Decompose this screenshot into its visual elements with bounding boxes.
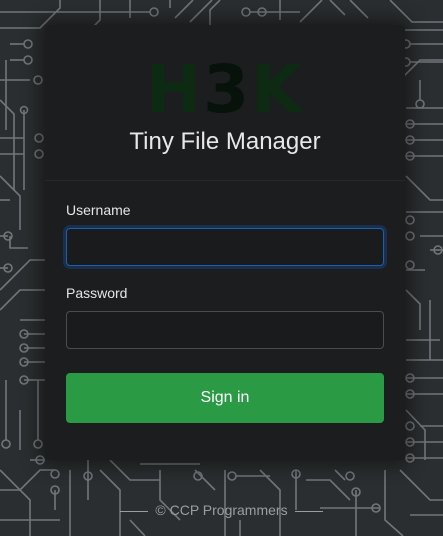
username-label: Username [66,202,131,218]
logo-letter-h: H [145,51,204,128]
footer-left-rule [119,510,148,512]
header-divider [45,180,405,181]
h3k-logo: H3K [45,57,405,123]
sign-in-button[interactable]: Sign in [66,373,384,423]
app-title: Tiny File Manager [129,128,321,155]
logo-letter-3: 3 [203,51,252,128]
username-input[interactable] [66,228,384,266]
logo-letter-k: K [251,51,305,128]
footer: © CCP Programmers [0,500,443,520]
footer-copyright: © CCP Programmers [155,502,288,518]
footer-right-rule [295,510,324,512]
password-label: Password [66,285,128,301]
password-input[interactable] [66,311,384,349]
login-card: H3K Tiny File Manager Username Password … [45,25,405,460]
login-page: H3K Tiny File Manager Username Password … [0,0,443,536]
